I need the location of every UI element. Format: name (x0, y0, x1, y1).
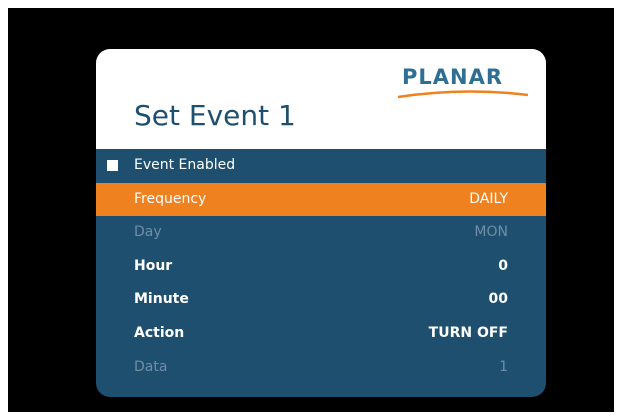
action-value: TURN OFF (428, 324, 508, 341)
settings-menu: Event Enabled Frequency DAILY Day MON Ho… (96, 149, 546, 384)
data-value: 1 (499, 358, 508, 375)
event-enabled-label: Event Enabled (134, 157, 236, 173)
minute-value: 00 (488, 291, 508, 308)
logo-swoosh-icon (397, 90, 529, 99)
hour-value: 0 (498, 257, 508, 274)
menu-item-day: Day MON (96, 216, 546, 250)
day-value: MON (474, 224, 508, 241)
hour-label: Hour (134, 257, 173, 274)
data-label: Data (134, 358, 168, 375)
checkbox-icon[interactable] (107, 160, 118, 171)
osd-dialog: PLANAR Set Event 1 Event Enabled Frequen… (96, 49, 546, 397)
action-label: Action (134, 324, 185, 341)
screen-background: PLANAR Set Event 1 Event Enabled Frequen… (8, 8, 614, 412)
page-title: Set Event 1 (134, 99, 296, 132)
menu-item-hour[interactable]: Hour 0 (96, 250, 546, 284)
dialog-header: PLANAR Set Event 1 (96, 49, 546, 149)
menu-item-action[interactable]: Action TURN OFF (96, 317, 546, 351)
frequency-label: Frequency (134, 190, 207, 207)
menu-item-event-enabled[interactable]: Event Enabled (96, 149, 546, 183)
menu-item-data: Data 1 (96, 351, 546, 385)
day-label: Day (134, 224, 162, 241)
planar-logo: PLANAR (397, 65, 529, 99)
frequency-value: DAILY (469, 190, 508, 207)
menu-item-minute[interactable]: Minute 00 (96, 283, 546, 317)
minute-label: Minute (134, 291, 189, 308)
menu-item-frequency[interactable]: Frequency DAILY (96, 182, 546, 217)
